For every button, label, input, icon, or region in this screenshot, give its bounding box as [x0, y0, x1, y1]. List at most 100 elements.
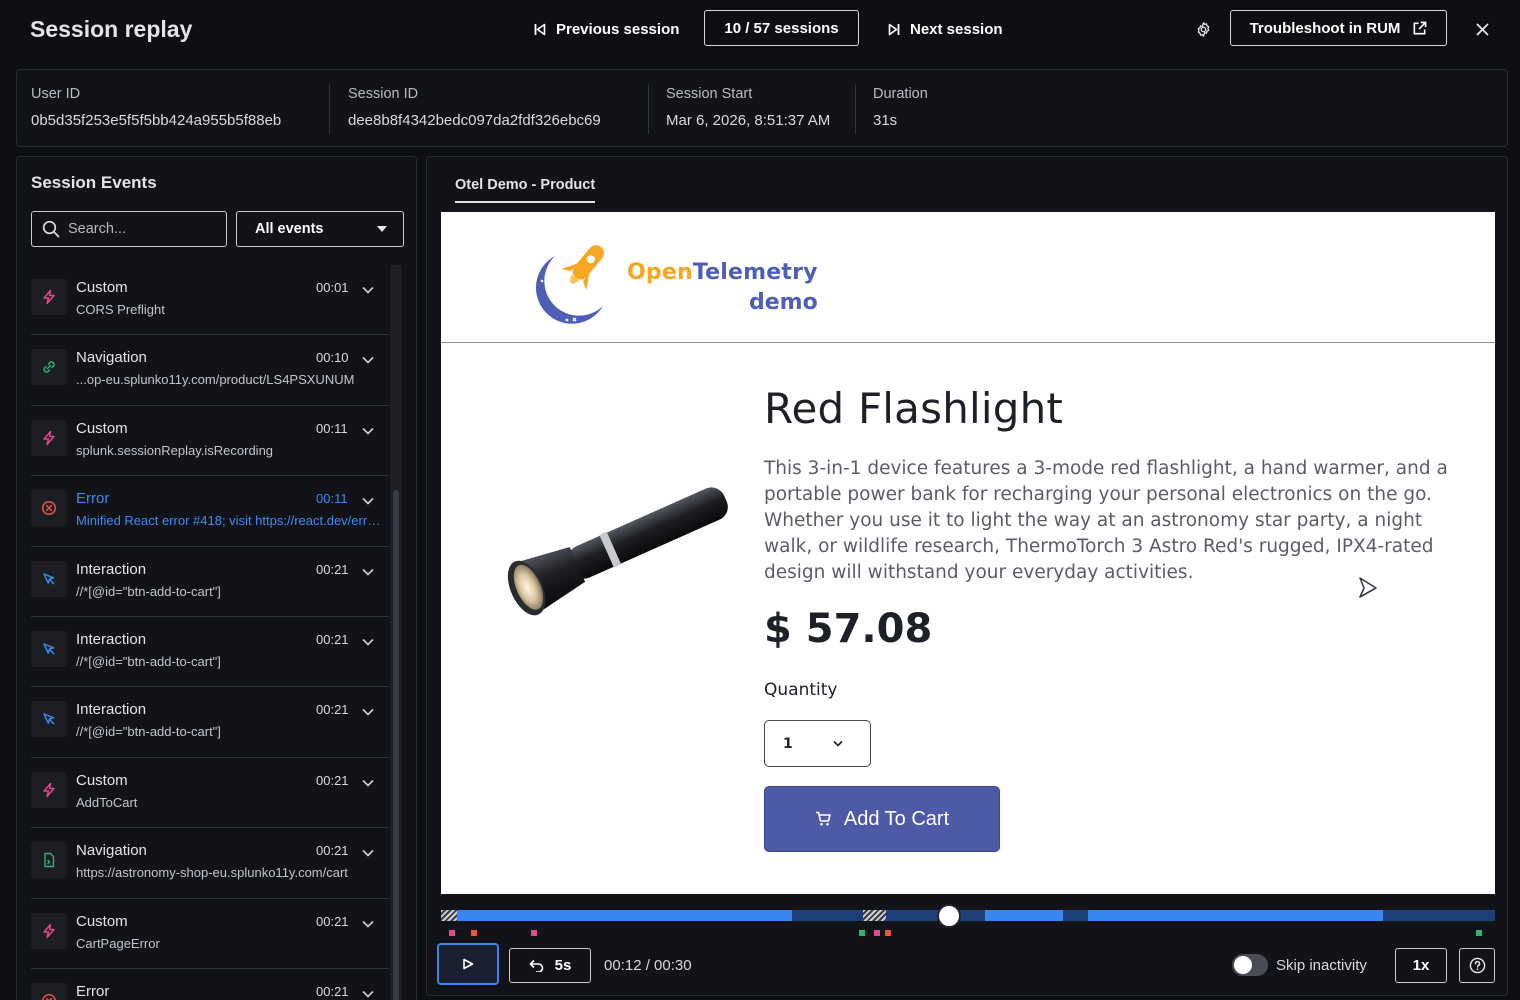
chevron-down-icon[interactable] [361, 424, 375, 436]
gear-icon [1197, 21, 1209, 37]
chevron-down-icon[interactable] [361, 987, 375, 999]
timeline-event-marker[interactable] [531, 930, 537, 936]
duration-value: 31s [873, 112, 898, 129]
event-list-scroll-thumb[interactable] [393, 490, 399, 1000]
chevron-down-icon[interactable] [361, 353, 375, 365]
event-list-item[interactable]: Interaction //*[@id="btn-add-to-cart"] 00:… [31, 687, 389, 758]
timeline-inactivity-segment [441, 910, 457, 921]
event-list-item[interactable]: Error 00:21 [31, 969, 389, 1000]
event-list-item[interactable]: Navigation ...op-eu.splunko11y.com/produc… [31, 335, 389, 406]
event-search-input[interactable] [68, 221, 208, 237]
troubleshoot-in-rum-label: Troubleshoot in RUM [1249, 19, 1401, 37]
session-start-value: Mar 6, 2026, 8:51:37 AM [666, 112, 831, 129]
next-session-button[interactable]: Next session [876, 12, 1015, 46]
event-type: Navigation [76, 349, 147, 367]
replay-mouse-cursor-icon [1359, 577, 1377, 598]
quantity-select[interactable]: 1 [764, 720, 871, 767]
previous-session-label: Previous session [556, 20, 680, 38]
timeline-activity-segment [457, 910, 792, 921]
user-id-field: User ID 0b5d35f253e5f5f5bb424a955b5f88eb [31, 70, 281, 148]
event-list-item[interactable]: Custom AddToCart 00:21 [31, 758, 389, 829]
cursor-click-icon [31, 630, 67, 667]
timeline-event-marker[interactable] [874, 930, 880, 936]
timeline-activity-segment [1088, 910, 1383, 921]
meta-divider [329, 84, 330, 134]
tab-page[interactable]: Otel Demo - Product [455, 177, 596, 203]
cursor-click-icon [31, 560, 67, 597]
previous-session-button[interactable]: Previous session [522, 12, 691, 46]
chevron-down-icon[interactable] [361, 283, 375, 295]
chevron-down-icon[interactable] [361, 776, 375, 788]
duration-field: Duration 31s [873, 70, 928, 148]
event-list-scrollbar[interactable] [390, 265, 402, 1000]
add-to-cart-button[interactable]: Add To Cart [764, 786, 1000, 852]
session-events-title: Session Events [31, 173, 157, 192]
timeline-scrub-handle[interactable] [937, 904, 961, 928]
troubleshoot-in-rum-button[interactable]: Troubleshoot in RUM [1230, 10, 1447, 46]
chevron-down-icon[interactable] [361, 635, 375, 647]
quantity-value: 1 [783, 735, 793, 752]
meta-divider [855, 84, 856, 134]
event-time: 00:21 [316, 983, 349, 999]
replay-panel: Otel Demo - Product OpenTelemetry demo R… [426, 156, 1508, 996]
question-circle-icon [1469, 957, 1485, 974]
timeline-event-marker[interactable] [471, 930, 477, 936]
event-type: Error [76, 982, 110, 1000]
settings-button[interactable] [1190, 16, 1216, 42]
product-title: Red Flashlight [764, 384, 1064, 433]
skip-inactivity-toggle[interactable] [1232, 954, 1268, 976]
chevron-down-icon[interactable] [361, 565, 375, 577]
session-id-value: dee8b8f4342bedc097da2fdf326ebc69 [348, 112, 601, 129]
event-list-item[interactable]: Custom CartPageError 00:21 [31, 899, 389, 969]
close-button[interactable] [1468, 16, 1496, 42]
product-description: This 3-in-1 device features a 3-mode red… [764, 458, 1448, 583]
session-id-field: Session ID dee8b8f4342bedc097da2fdf326eb… [348, 70, 601, 148]
event-search-box[interactable] [31, 211, 227, 247]
chevron-down-icon[interactable] [361, 846, 375, 858]
timeline-activity-segment [985, 910, 1063, 921]
timeline-event-marker[interactable] [449, 930, 455, 936]
event-list-item[interactable]: Error Minified React error #418; visit ht… [31, 476, 389, 547]
event-type: Custom [76, 279, 128, 296]
event-filter-select[interactable]: All events [236, 211, 404, 247]
chevron-down-icon[interactable] [361, 494, 375, 506]
rewind-5s-button[interactable]: 5s [509, 948, 591, 983]
playback-speed-button[interactable]: 1x [1395, 948, 1447, 983]
event-time: 00:10 [316, 350, 349, 366]
chevron-down-icon[interactable] [361, 705, 375, 717]
next-session-label: Next session [910, 20, 1003, 38]
quantity-label: Quantity [764, 680, 838, 700]
app-title: Session replay [30, 16, 193, 42]
event-filter-value: All events [255, 221, 324, 237]
toggle-knob [1234, 956, 1252, 974]
duration-label: Duration [873, 86, 928, 102]
playback-timeline[interactable] [441, 904, 1495, 936]
event-type: Custom [76, 912, 128, 930]
event-type: Error [76, 490, 110, 508]
skip-forward-icon [888, 23, 900, 35]
session-id-label: Session ID [348, 86, 419, 102]
help-button[interactable] [1459, 948, 1495, 983]
chevron-down-icon[interactable] [361, 917, 375, 929]
play-button[interactable] [437, 943, 499, 985]
flashlight-product-image [507, 487, 728, 616]
add-to-cart-label: Add To Cart [843, 807, 950, 830]
event-list-item[interactable]: Interaction //*[@id="btn-add-to-cart"] 00:… [31, 617, 389, 688]
timeline-event-marker[interactable] [885, 930, 891, 936]
site-header: OpenTelemetry demo [441, 212, 1495, 343]
lightning-icon [31, 279, 67, 315]
event-list-item[interactable]: Custom CORS Preflight 00:01 [31, 265, 389, 336]
event-list-item[interactable]: Navigation https://astronomy-shop-eu.splu… [31, 828, 389, 899]
event-list-item[interactable]: Interaction //*[@id="btn-add-to-cart"] 00:… [31, 547, 389, 617]
event-list-item[interactable]: Custom splunk.sessionReplay.isRecording 00… [31, 406, 389, 477]
session-count-button[interactable]: 10 / 57 sessions [704, 10, 859, 46]
timeline-event-marker[interactable] [859, 930, 865, 936]
lightning-icon [31, 419, 67, 456]
external-link-icon [1413, 21, 1427, 34]
event-time: 00:21 [316, 702, 349, 718]
event-time: 00:21 [316, 772, 349, 788]
error-circle-icon [31, 982, 67, 1000]
timeline-inactivity-segment [863, 910, 886, 921]
timeline-event-marker[interactable] [1476, 930, 1482, 936]
top-bar: Session replay Previous session 10 / 57 … [0, 0, 1520, 62]
